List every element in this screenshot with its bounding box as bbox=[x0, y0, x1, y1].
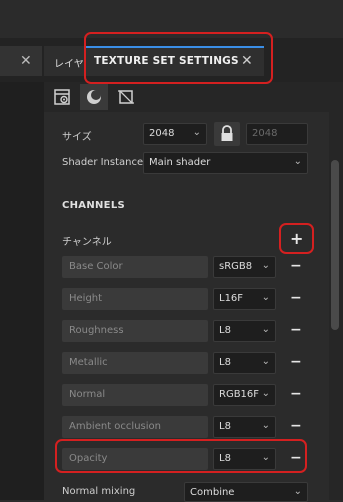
tab-layers[interactable]: レイヤ bbox=[44, 46, 84, 76]
channel-format-value: L8 bbox=[219, 357, 231, 368]
tab-previous[interactable]: ✕ bbox=[0, 46, 42, 76]
channel-name-field: Height bbox=[62, 288, 208, 310]
normal-mixing-label: Normal mixing bbox=[62, 486, 136, 497]
chevron-down-icon: ⌄ bbox=[261, 292, 270, 303]
scrollbar-thumb[interactable] bbox=[331, 160, 339, 330]
channel-name-field: Ambient occlusion bbox=[62, 416, 208, 438]
remove-channel-button[interactable]: − bbox=[290, 258, 302, 274]
channel-format-select[interactable]: sRGB8 ⌄ bbox=[213, 256, 276, 278]
remove-channel-button[interactable]: − bbox=[290, 322, 302, 338]
highlight-box-add bbox=[279, 223, 314, 254]
channel-format-value: L8 bbox=[219, 325, 231, 336]
size-select[interactable]: 2048 ⌄ bbox=[143, 123, 207, 145]
channel-format-select[interactable]: RGB16F ⌄ bbox=[213, 384, 276, 406]
normal-mixing-select[interactable]: Combine ⌄ bbox=[184, 482, 308, 502]
chevron-down-icon: ⌄ bbox=[261, 388, 270, 399]
lock-button[interactable] bbox=[214, 122, 240, 146]
chevron-down-icon: ⌄ bbox=[261, 260, 270, 271]
channel-name-field: Metallic bbox=[62, 352, 208, 374]
channel-format-select[interactable]: L8 ⌄ bbox=[213, 352, 276, 374]
channel-format-value: sRGB8 bbox=[219, 261, 253, 272]
channel-format-select[interactable]: L8 ⌄ bbox=[213, 416, 276, 438]
channel-name-field: Normal bbox=[62, 384, 208, 406]
channel-format-value: L16F bbox=[219, 293, 244, 304]
size-linked-value: 2048 bbox=[252, 128, 278, 139]
chevron-down-icon: ⌄ bbox=[261, 356, 270, 367]
shader-instance-value: Main shader bbox=[149, 157, 211, 168]
channel-name: Base Color bbox=[69, 261, 123, 272]
channel-name: Normal bbox=[69, 389, 106, 400]
highlight-box-tab bbox=[84, 32, 273, 84]
settings-icon[interactable] bbox=[48, 84, 76, 110]
remove-channel-button[interactable]: − bbox=[290, 354, 302, 370]
shader-instance-label: Shader Instance bbox=[62, 157, 144, 168]
channel-format-select[interactable]: L8 ⌄ bbox=[213, 320, 276, 342]
size-value: 2048 bbox=[149, 128, 175, 139]
chevron-down-icon: ⌄ bbox=[192, 127, 201, 138]
chevron-down-icon: ⌄ bbox=[293, 486, 302, 497]
shader-instance-select[interactable]: Main shader ⌄ bbox=[143, 152, 308, 174]
remove-channel-button[interactable]: − bbox=[290, 290, 302, 306]
highlight-box-opacity bbox=[55, 439, 307, 473]
uv-crop-icon[interactable] bbox=[112, 84, 140, 110]
size-linked-field: 2048 bbox=[246, 123, 308, 145]
chevron-down-icon: ⌄ bbox=[261, 420, 270, 431]
channel-format-select[interactable]: L16F ⌄ bbox=[213, 288, 276, 310]
close-icon[interactable]: ✕ bbox=[20, 53, 32, 69]
lock-icon bbox=[221, 125, 233, 141]
channel-name-field: Base Color bbox=[62, 256, 208, 278]
tab-layers-label: レイヤ bbox=[54, 59, 84, 70]
add-channel-label: チャンネル bbox=[62, 237, 112, 248]
remove-channel-button[interactable]: − bbox=[290, 418, 302, 434]
size-label: サイズ bbox=[62, 132, 92, 143]
remove-channel-button[interactable]: − bbox=[290, 386, 302, 402]
chevron-down-icon: ⌄ bbox=[293, 156, 302, 167]
channels-heading: CHANNELS bbox=[62, 200, 125, 211]
channel-name: Roughness bbox=[69, 325, 124, 336]
channel-name: Metallic bbox=[69, 357, 108, 368]
channel-name: Ambient occlusion bbox=[69, 421, 161, 432]
channel-format-value: L8 bbox=[219, 421, 231, 432]
channel-name: Height bbox=[69, 293, 103, 304]
material-ball-icon[interactable] bbox=[80, 84, 108, 110]
chevron-down-icon: ⌄ bbox=[261, 324, 270, 335]
normal-mixing-value: Combine bbox=[190, 487, 235, 498]
left-panel-edge bbox=[0, 82, 44, 500]
channel-name-field: Roughness bbox=[62, 320, 208, 342]
channel-format-value: RGB16F bbox=[219, 389, 260, 400]
